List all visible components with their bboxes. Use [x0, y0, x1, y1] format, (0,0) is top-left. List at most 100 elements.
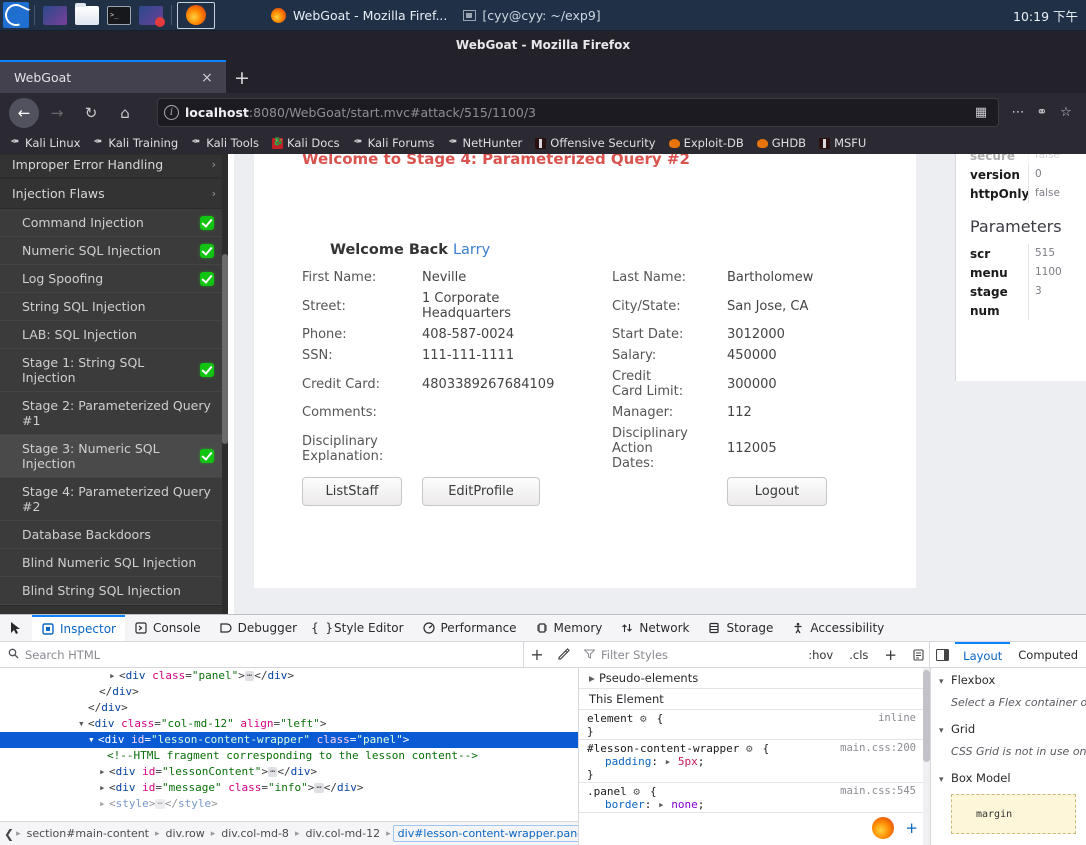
css-source[interactable]: main.css:200: [840, 742, 916, 754]
breadcrumb-item-div-row[interactable]: div.row: [162, 826, 209, 841]
dom-line[interactable]: ▾ <div class="col-md-12" align="left">: [0, 716, 578, 732]
dom-line[interactable]: ▸ <style> ⋯ </style>: [0, 796, 578, 812]
firefox-taskbar-icon[interactable]: [177, 1, 215, 29]
sidebar-item-improper-error-handling[interactable]: Improper Error Handling ›: [0, 154, 228, 178]
sidebar-item-database-backdoors[interactable]: Database Backdoors: [0, 521, 228, 549]
app-launcher-icon[interactable]: [40, 2, 70, 28]
sidebar-item-stage-3[interactable]: Stage 3: Numeric SQL Injection: [0, 435, 228, 478]
add-property-button[interactable]: +: [905, 819, 918, 837]
page-actions-icon[interactable]: ⋯: [1007, 102, 1029, 124]
css-source[interactable]: inline: [878, 712, 916, 724]
taskbar-window-terminal[interactable]: [cyy@cyy: ~/exp9]: [463, 8, 601, 23]
edit-profile-button[interactable]: EditProfile: [422, 477, 540, 506]
bookmark-exploit-db[interactable]: Exploit-DB: [663, 135, 750, 151]
reload-icon[interactable]: ↻: [75, 98, 107, 128]
url-bar[interactable]: i localhost:8080/WebGoat/start.mvc#attac…: [157, 98, 999, 127]
bookmark-kali-docs[interactable]: Kali Docs: [266, 135, 346, 151]
css-source[interactable]: main.css:545: [840, 785, 916, 797]
add-rule-button[interactable]: +: [879, 646, 902, 664]
tab-debugger[interactable]: Debugger: [210, 615, 306, 641]
bookmark-star-icon[interactable]: ☆: [1055, 102, 1077, 124]
taskbar-window-firefox[interactable]: WebGoat - Mozilla Firef...: [271, 7, 447, 23]
sidebar-item-denial-of-service[interactable]: Denial of Service ›: [0, 605, 228, 614]
print-styles-icon[interactable]: [908, 648, 929, 661]
reader-mode-icon[interactable]: ▦: [970, 102, 992, 124]
css-rule-element[interactable]: element ⚙ { inline }: [579, 710, 930, 740]
home-icon[interactable]: ⌂: [109, 98, 141, 128]
sidebar-item-log-spoofing[interactable]: Log Spoofing: [0, 265, 228, 293]
bookmark-offensive-security[interactable]: Offensive Security: [529, 135, 661, 151]
bookmark-ghdb[interactable]: GHDB: [751, 135, 812, 151]
tab-memory[interactable]: Memory: [526, 615, 612, 641]
bookmark-kali-training[interactable]: Kali Training: [87, 135, 184, 151]
tab-webgoat[interactable]: WebGoat ×: [0, 60, 226, 93]
gear-icon[interactable]: ⚙: [640, 712, 650, 725]
sidebar-item-numeric-sql-injection[interactable]: Numeric SQL Injection: [0, 237, 228, 265]
screen-recorder-icon[interactable]: [136, 2, 166, 28]
dom-line[interactable]: ▸ <div id="message" class="info"> ⋯ </div>: [0, 780, 578, 796]
sidebar-item-stage-4[interactable]: Stage 4: Parameterized Query #2: [0, 478, 228, 521]
tab-storage[interactable]: Storage: [698, 615, 782, 641]
logout-button[interactable]: Logout: [727, 477, 827, 506]
breadcrumb-item-lesson-content-wrapper[interactable]: div#lesson-content-wrapper.panel: [392, 825, 578, 842]
css-rule-lesson-content-wrapper[interactable]: #lesson-content-wrapper ⚙ { main.css:200…: [579, 740, 930, 783]
tab-inspector[interactable]: Inspector: [32, 615, 125, 641]
tab-performance[interactable]: Performance: [413, 615, 526, 641]
new-tab-button[interactable]: +: [226, 63, 258, 93]
rules-scrollbar[interactable]: [923, 668, 930, 845]
bookmark-nethunter[interactable]: NetHunter: [442, 135, 529, 151]
back-icon[interactable]: ←: [9, 97, 39, 128]
kali-menu-icon[interactable]: [3, 2, 29, 28]
eyedropper-icon[interactable]: [550, 642, 576, 667]
list-staff-button[interactable]: ListStaff: [302, 477, 402, 506]
sidebar-item-blind-string-sql-injection[interactable]: Blind String SQL Injection: [0, 577, 228, 605]
rules-scrollbar-thumb[interactable]: [923, 670, 930, 762]
box-model-section-header[interactable]: ▾ Box Model: [931, 766, 1086, 790]
sidebar-scrollbar-thumb[interactable]: [222, 254, 228, 444]
sidebar-item-command-injection[interactable]: Command Injection: [0, 209, 228, 237]
bookmark-kali-forums[interactable]: Kali Forums: [347, 135, 441, 151]
site-info-icon[interactable]: i: [164, 105, 179, 120]
css-property[interactable]: border: [587, 798, 645, 811]
breadcrumb-scroll-left-icon[interactable]: ❮: [4, 827, 14, 841]
dom-line[interactable]: </div>: [0, 700, 578, 716]
sidebar-scrollbar[interactable]: [222, 154, 228, 614]
terminal-icon[interactable]: >_: [104, 2, 134, 28]
grid-section-header[interactable]: ▾ Grid: [931, 717, 1086, 741]
bookmark-msfu[interactable]: MSFU: [813, 135, 872, 151]
css-value[interactable]: none: [671, 798, 698, 811]
breadcrumb-item-div-col-md-12[interactable]: div.col-md-12: [301, 826, 384, 841]
file-manager-icon[interactable]: [72, 2, 102, 28]
box-model-diagram[interactable]: margin: [951, 794, 1076, 834]
sidebar-item-blind-numeric-sql-injection[interactable]: Blind Numeric SQL Injection: [0, 549, 228, 577]
cls-toggle[interactable]: .cls: [844, 648, 873, 662]
sidebar-item-lab-sql-injection[interactable]: LAB: SQL Injection: [0, 321, 228, 349]
bookmark-kali-linux[interactable]: Kali Linux: [4, 135, 86, 151]
toggle-sidebar-icon[interactable]: [930, 642, 955, 667]
dom-line[interactable]: </div>: [0, 684, 578, 700]
tab-style-editor[interactable]: { } Style Editor: [306, 615, 412, 641]
gear-icon[interactable]: ⚙: [746, 742, 756, 755]
layout-pane[interactable]: ▾ Flexbox Select a Flex container or ▾ Gri…: [930, 668, 1086, 845]
filter-styles-field[interactable]: Filter Styles :hov .cls +: [576, 642, 930, 667]
dom-line-comment[interactable]: <!--HTML fragment corresponding to the l…: [0, 748, 578, 764]
sidebar-item-stage-2[interactable]: Stage 2: Parameterized Query #1: [0, 392, 228, 435]
tab-layout[interactable]: Layout: [955, 642, 1011, 667]
tab-network[interactable]: Network: [611, 615, 698, 641]
tab-computed[interactable]: Computed: [1010, 642, 1086, 667]
flexbox-section-header[interactable]: ▾ Flexbox: [931, 668, 1086, 692]
dom-line[interactable]: ▸ <div class="panel"> ⋯ </div>: [0, 668, 578, 684]
pseudo-elements-section[interactable]: ▸ Pseudo-elements: [579, 668, 930, 689]
element-picker-icon[interactable]: [0, 615, 32, 641]
dom-tree-pane[interactable]: ▸ <div class="panel"> ⋯ </div> </div> </div…: [0, 668, 578, 845]
sidebar-item-stage-1[interactable]: Stage 1: String SQL Injection: [0, 349, 228, 392]
bookmark-kali-tools[interactable]: Kali Tools: [185, 135, 265, 151]
css-property[interactable]: padding: [587, 755, 651, 768]
css-rule-panel[interactable]: .panel ⚙ { main.css:545 border: ▸ none;: [579, 783, 930, 813]
breadcrumb-item-section-main-content[interactable]: section#main-content: [23, 826, 153, 841]
tab-accessibility[interactable]: Accessibility: [782, 615, 893, 641]
gear-icon[interactable]: ⚙: [633, 785, 643, 798]
css-value[interactable]: 5px: [678, 755, 698, 768]
forward-icon[interactable]: →: [41, 98, 73, 128]
search-html-field[interactable]: Search HTML: [0, 642, 524, 667]
